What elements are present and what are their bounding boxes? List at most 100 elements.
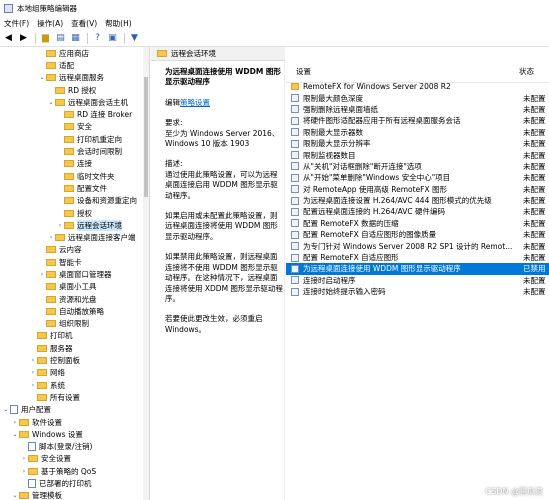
edit-policy-link[interactable]: 策略设置 (180, 98, 210, 107)
folder-icon (64, 221, 74, 229)
tree-item[interactable]: › 基于策略的 QoS (0, 465, 149, 477)
tree-item[interactable]: 安全 (0, 121, 149, 133)
menu-item[interactable]: 查看(V) (67, 18, 101, 29)
policy-row[interactable]: 为远程桌面连接设置 H.264/AVC 444 图形模式的优先级 未配置 (286, 195, 549, 206)
collapsed-chevron-icon[interactable]: › (29, 382, 37, 389)
collapsed-chevron-icon[interactable]: › (29, 369, 37, 376)
tree-item[interactable]: › 安全设置 (0, 453, 149, 465)
forward-icon[interactable]: ▶ (17, 32, 30, 45)
collapsed-chevron-icon[interactable]: › (29, 357, 37, 364)
folder-icon (64, 172, 74, 180)
folder-up-icon[interactable]: ▆ (39, 32, 52, 45)
tree-item[interactable]: › 控制面板 (0, 354, 149, 366)
policy-row[interactable]: 从"关机"对话框删除"断开连接"选项 未配置 (286, 161, 549, 172)
tree-item[interactable]: 连接 (0, 158, 149, 170)
collapsed-chevron-icon[interactable]: › (38, 271, 46, 278)
filter-icon[interactable]: ▼ (128, 32, 141, 45)
tree-item[interactable]: RD 连接 Broker (0, 108, 149, 120)
tree-item[interactable]: › 网络 (0, 367, 149, 379)
tree-item-label: 安全 (77, 122, 92, 132)
policy-row[interactable]: 连接时启动程序 未配置 (286, 275, 549, 286)
tree-item[interactable]: 自动播放策略 (0, 305, 149, 317)
tree-item-label: 桌面窗口管理器 (59, 269, 112, 279)
tree-item[interactable]: 授权 (0, 207, 149, 219)
expanded-chevron-icon[interactable]: ⌄ (38, 74, 46, 81)
policy-row[interactable]: 限制最大颜色深度 未配置 (286, 92, 549, 103)
collapsed-chevron-icon[interactable]: › (11, 419, 19, 426)
tree-item-label: 远程桌面连接客户端 (68, 233, 136, 243)
tree-item[interactable]: ⌄ 远程桌面会话主机 (0, 96, 149, 108)
policy-row[interactable]: 配置 RemoteFX 自适应图形的图像质量 未配置 (286, 229, 549, 240)
tree-item[interactable]: 云内容 (0, 244, 149, 256)
tree-item[interactable]: 临时文件夹 (0, 170, 149, 182)
back-icon[interactable]: ◀ (2, 32, 15, 45)
tree-item[interactable]: 已部署的打印机 (0, 477, 149, 489)
tree-item[interactable]: › 远程会话环境 (0, 219, 149, 231)
policy-name: 连接时启动程序 (303, 275, 356, 285)
show-hide-tree-icon[interactable]: ▤ (54, 32, 67, 45)
properties-icon[interactable]: ▣ (106, 32, 119, 45)
tree-item[interactable]: 会话时间限制 (0, 145, 149, 157)
tree-item[interactable]: ⌄ 管理模板 (0, 490, 149, 500)
tree-item[interactable]: › 桌面窗口管理器 (0, 268, 149, 280)
collapsed-chevron-icon[interactable]: › (47, 234, 55, 241)
expanded-chevron-icon[interactable]: ⌄ (2, 406, 10, 413)
policy-setting-icon (291, 94, 299, 103)
tree-item[interactable]: 脚本(登录/注销) (0, 441, 149, 453)
policy-row[interactable]: 将硬件图形适配器应用于所有远程桌面服务会话 未配置 (286, 115, 549, 126)
export-list-icon[interactable]: ▦ (69, 32, 82, 45)
folder-icon (64, 209, 74, 217)
menu-item[interactable]: 操作(A) (33, 18, 67, 29)
tree-item[interactable]: ⌄ 用户配置 (0, 404, 149, 416)
expanded-chevron-icon[interactable]: ⌄ (11, 431, 19, 438)
tree-item[interactable]: ⌄ Windows 设置 (0, 428, 149, 440)
policy-row[interactable]: 从"开始"菜单删除"Windows 安全中心"项目 未配置 (286, 172, 549, 183)
policy-row[interactable]: 为专门针对 Windows Server 2008 R2 SP1 设计的 Rem… (286, 240, 549, 251)
tree-scrollbar[interactable] (143, 47, 149, 500)
tree-item[interactable]: › 系统 (0, 379, 149, 391)
tree-item[interactable]: 设备和资源重定向 (0, 195, 149, 207)
tree-item[interactable]: › 软件设置 (0, 416, 149, 428)
collapsed-chevron-icon[interactable]: › (56, 222, 64, 229)
tree-item[interactable]: › 远程桌面连接客户端 (0, 231, 149, 243)
collapsed-chevron-icon[interactable]: › (20, 455, 28, 462)
tree-item[interactable]: 服务器 (0, 342, 149, 354)
scrollbar-thumb[interactable] (144, 77, 148, 197)
tree-item[interactable]: RD 授权 (0, 84, 149, 96)
menu-item[interactable]: 文件(F) (0, 18, 33, 29)
policy-state: 已禁用 (523, 264, 546, 274)
tree-item[interactable]: 所有设置 (0, 391, 149, 403)
policy-row[interactable]: 强制删除远程桌面墙纸 未配置 (286, 104, 549, 115)
policy-row[interactable]: 限制监视器数目 未配置 (286, 149, 549, 160)
tree-item[interactable]: 配置文件 (0, 182, 149, 194)
tree-item[interactable]: 应用商店 (0, 47, 149, 59)
policy-row[interactable]: 为远程桌面连接使用 WDDM 图形显示驱动程序 已禁用 (286, 263, 549, 275)
expanded-chevron-icon[interactable]: ⌄ (47, 99, 55, 106)
policy-row[interactable]: 对 RemoteApp 使用高级 RemoteFX 图形 未配置 (286, 184, 549, 195)
tree-item[interactable]: 打印机重定向 (0, 133, 149, 145)
help-icon[interactable]: ? (91, 32, 104, 45)
policy-row[interactable]: 连接时始终提示输入密码 未配置 (286, 286, 549, 297)
policy-row[interactable]: 限制最大显示分辨率 未配置 (286, 138, 549, 149)
tree-item[interactable]: 桌面小工具 (0, 281, 149, 293)
expanded-chevron-icon[interactable]: ⌄ (11, 492, 19, 499)
collapsed-chevron-icon[interactable]: › (20, 468, 28, 475)
tree-item[interactable]: ⌄ 远程桌面服务 (0, 72, 149, 84)
tree-item-label: 系统 (50, 380, 65, 390)
policy-state: 未配置 (523, 184, 546, 194)
menu-item[interactable]: 帮助(H) (101, 18, 136, 29)
policy-row[interactable]: 配置远程桌面连接的 H.264/AVC 硬件编码 未配置 (286, 206, 549, 217)
column-header-setting[interactable]: 设置 (286, 66, 516, 77)
policy-row[interactable]: 配置 RemoteFX 数据的压缩 未配置 (286, 218, 549, 229)
policy-setting-icon (291, 230, 299, 239)
column-header-state[interactable]: 状态 (516, 66, 549, 77)
tree-item[interactable]: 组织限制 (0, 318, 149, 330)
tree-item[interactable]: 适配 (0, 59, 149, 71)
policy-state: 未配置 (523, 116, 546, 126)
policy-row[interactable]: 限制最大显示器数 未配置 (286, 127, 549, 138)
tree-item[interactable]: 资源和光盘 (0, 293, 149, 305)
tree-item[interactable]: 智能卡 (0, 256, 149, 268)
policy-row[interactable]: RemoteFX for Windows Server 2008 R2 (286, 81, 549, 92)
policy-row[interactable]: 配置 RemoteFX 自适应图形 未配置 (286, 252, 549, 263)
tree-item[interactable]: 打印机 (0, 330, 149, 342)
